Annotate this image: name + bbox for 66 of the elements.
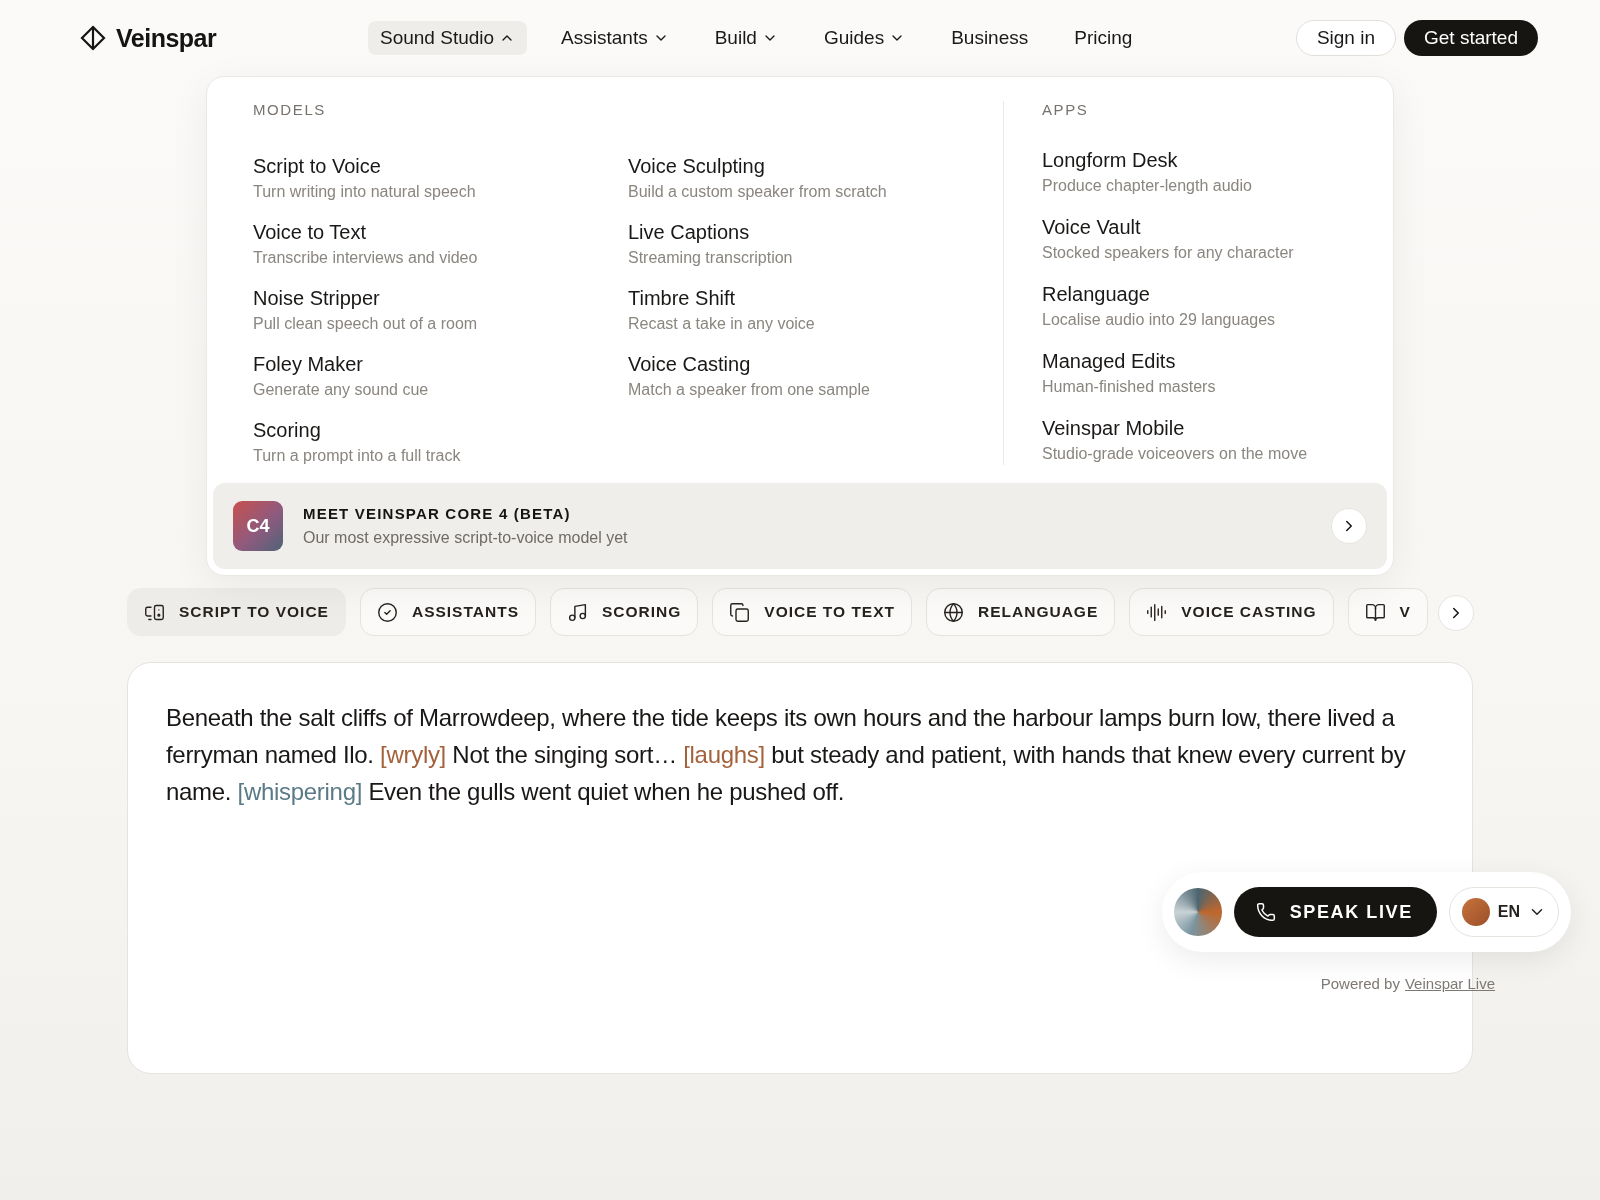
banner-subtitle: Our most expressive script-to-voice model yet xyxy=(303,529,629,547)
category-chip[interactable]: VOICE TO TEXT xyxy=(712,588,912,636)
diamond-logo-icon xyxy=(80,25,106,51)
menu-item-description: Pull clean speech out of a room xyxy=(253,315,479,333)
menu-item-title[interactable]: Longform Desk xyxy=(1042,149,1387,172)
menu-item-description: Transcribe interviews and video xyxy=(253,249,479,267)
menu-item-title[interactable]: Noise Stripper xyxy=(253,287,628,310)
menu-item-description: Turn a prompt into a full track xyxy=(253,447,462,465)
menu-item-description: Produce chapter-length audio xyxy=(1042,177,1253,195)
menu-item-title[interactable]: Voice Sculpting xyxy=(628,155,1003,178)
menu-item-description: Human-finished masters xyxy=(1042,378,1217,396)
nav-item[interactable]: Build xyxy=(702,21,790,55)
nav-item[interactable]: Assistants xyxy=(549,21,681,55)
category-chip[interactable]: V xyxy=(1347,588,1428,636)
category-chip[interactable]: RELANGUAGE xyxy=(926,588,1116,636)
language-select[interactable]: EN xyxy=(1448,887,1559,937)
category-chip[interactable]: VOICE CASTING xyxy=(1129,588,1334,636)
next-button[interactable] xyxy=(1331,508,1367,544)
menu-item-title[interactable]: Scoring xyxy=(253,419,628,442)
category-chip[interactable]: ASSISTANTS xyxy=(359,588,536,636)
menu-item-description: Streaming transcription xyxy=(628,249,794,267)
globe-icon xyxy=(943,601,964,623)
menu-item-description: Stocked speakers for any character xyxy=(1042,244,1295,262)
sign-in-button[interactable]: Sign in xyxy=(1295,20,1396,56)
promo-banner[interactable]: C4 MEET VEINSPAR CORE 4 (BETA) Our most expressive script-to-voice model yet xyxy=(213,483,1387,569)
menu-item-description: Generate any sound cue xyxy=(253,381,430,399)
book-icon xyxy=(1364,601,1386,623)
menu-item-title[interactable]: Voice to Text xyxy=(253,221,628,244)
menu-item-description: Studio-grade voiceovers on the move xyxy=(1042,445,1309,463)
powered-by-link[interactable]: Veinspar Live xyxy=(1404,975,1495,992)
menu-item-title[interactable]: Foley Maker xyxy=(253,353,628,376)
category-chip[interactable]: SCORING xyxy=(549,588,699,636)
menu-item-title[interactable]: Managed Edits xyxy=(1042,350,1387,373)
menu-item-title[interactable]: Voice Vault xyxy=(1042,216,1387,239)
menu-item-title[interactable]: Timbre Shift xyxy=(628,287,1003,310)
speak-live-button[interactable]: SPEAK LIVE xyxy=(1233,887,1437,937)
menu-item-description: Build a custom speaker from scratch xyxy=(628,183,888,201)
banner-title: MEET VEINSPAR CORE 4 (BETA) xyxy=(303,505,572,522)
voice-orb-icon xyxy=(1173,888,1222,936)
menu-item-title[interactable]: Live Captions xyxy=(628,221,1003,244)
check-circle-icon xyxy=(376,601,398,623)
category-chip[interactable]: SCRIPT TO VOICE xyxy=(127,588,346,636)
logo-text: Veinspar xyxy=(116,23,217,53)
get-started-button[interactable]: Get started xyxy=(1404,20,1538,56)
menu-item-title[interactable]: Relanguage xyxy=(1042,283,1387,306)
section-heading: MODELS xyxy=(253,101,327,120)
menu-item-title[interactable]: Voice Casting xyxy=(628,353,1003,376)
menu-item-title[interactable]: Script to Voice xyxy=(253,155,628,178)
menu-item-description: Match a speaker from one sample xyxy=(628,381,871,399)
model-badge: C4 xyxy=(233,501,283,551)
audio-lines-icon xyxy=(1146,601,1168,623)
nav-item[interactable]: Pricing xyxy=(1062,21,1145,55)
nav-item[interactable]: Business xyxy=(939,21,1041,55)
menu-item-title[interactable]: Veinspar Mobile xyxy=(1042,417,1387,440)
phone-icon xyxy=(1255,902,1276,922)
script-text: Beneath the salt cliffs of Marrowdeep, where the tide keeps its own hours and the harbour lamps burn low, there lived a ferryman named Ilo. [wryly] Not the singing sort… [laughs] but steady and patient, with hands that knew every current by name. [whispering] Even the gulls went quiet when he pushed off. xyxy=(166,703,1407,807)
scroll-right-button[interactable] xyxy=(1438,595,1474,631)
nav-item[interactable]: Guides xyxy=(811,21,918,55)
powered-by-text: Powered by xyxy=(1320,975,1400,992)
menu-item-description: Turn writing into natural speech xyxy=(253,183,477,201)
menu-item-description: Localise audio into 29 languages xyxy=(1042,311,1277,329)
music-note-icon xyxy=(566,601,588,623)
section-heading: APPS xyxy=(1042,101,1090,120)
menu-item-description: Recast a take in any voice xyxy=(628,315,816,333)
copy-icon xyxy=(729,601,751,623)
nav-item[interactable]: Sound Studio xyxy=(368,21,528,55)
